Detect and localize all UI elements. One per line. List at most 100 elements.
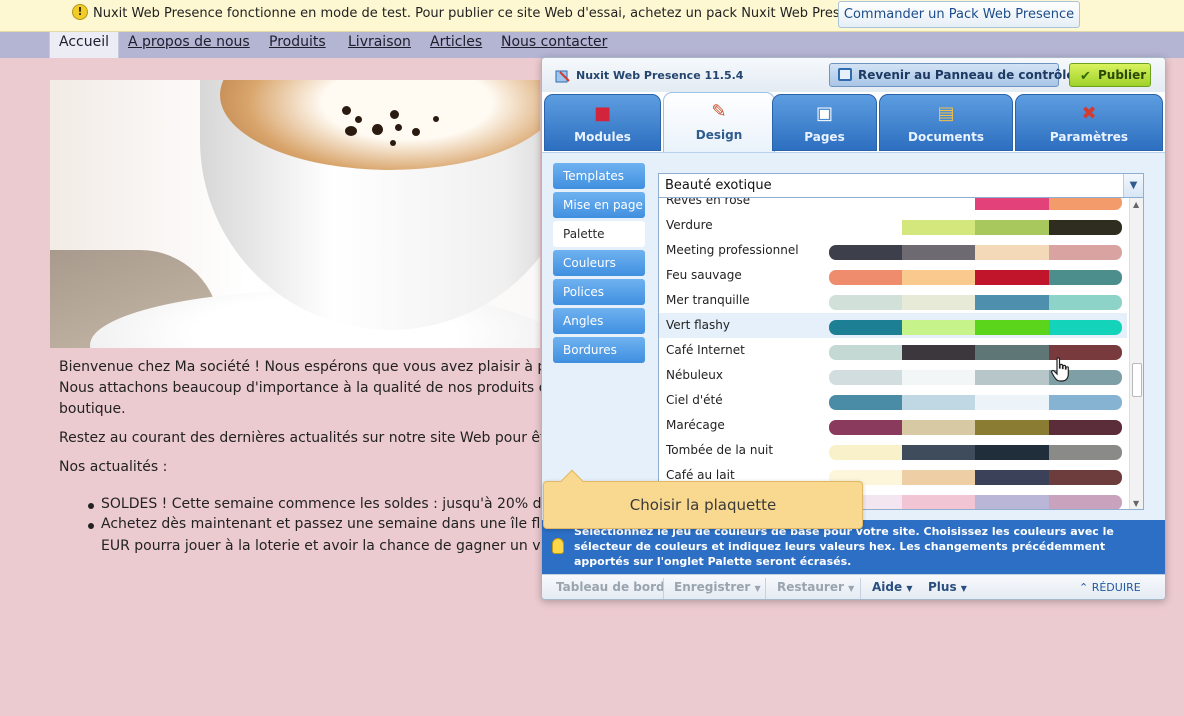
scrollbar-thumb[interactable] bbox=[1132, 363, 1142, 397]
palette-swatch bbox=[1049, 420, 1122, 435]
control-panel-icon bbox=[838, 68, 852, 81]
tab-design[interactable]: ✎ Design bbox=[663, 92, 775, 152]
palette-option[interactable]: Marécage bbox=[659, 413, 1127, 438]
tab-modules[interactable]: ■ Modules bbox=[544, 94, 661, 151]
palette-option-name: Mer tranquille bbox=[666, 293, 750, 307]
chevron-down-icon[interactable]: ▼ bbox=[1123, 174, 1143, 197]
scroll-up-icon[interactable]: ▲ bbox=[1133, 200, 1139, 209]
palette-swatch bbox=[1049, 470, 1122, 485]
side-fonts[interactable]: Polices bbox=[553, 279, 645, 305]
palette-swatch bbox=[1049, 245, 1122, 260]
palette-swatch bbox=[902, 445, 975, 460]
order-pack-button[interactable]: Commander un Pack Web Presence bbox=[838, 1, 1080, 28]
chevron-down-icon: ▼ bbox=[960, 584, 967, 593]
palette-list-scrollbar[interactable]: ▲ ▼ bbox=[1129, 198, 1143, 509]
scroll-down-icon[interactable]: ▼ bbox=[1133, 499, 1139, 508]
palette-swatch bbox=[1049, 198, 1122, 210]
news-title: Nos actualités : bbox=[59, 459, 168, 475]
sitemap-icon: ▣ bbox=[815, 103, 833, 124]
palette-option[interactable]: Vert flashy bbox=[659, 313, 1127, 338]
tab-documents[interactable]: ▤ Documents bbox=[879, 94, 1013, 151]
save-button[interactable]: Enregistrer ▼ bbox=[674, 580, 761, 594]
palette-option[interactable]: Meeting professionnel bbox=[659, 238, 1127, 263]
nav-contact[interactable]: Nous contacter bbox=[501, 32, 607, 58]
help-button[interactable]: Aide ▼ bbox=[872, 580, 912, 594]
publish-button-label: Publier bbox=[1098, 68, 1147, 82]
palette-swatch bbox=[902, 295, 975, 310]
palette-option[interactable]: Ciel d'été bbox=[659, 388, 1127, 413]
side-colors[interactable]: Couleurs bbox=[553, 250, 645, 276]
palette-swatch bbox=[902, 470, 975, 485]
test-mode-message: Nuxit Web Presence fonctionne en mode de… bbox=[93, 6, 876, 21]
palette-swatch bbox=[902, 220, 975, 235]
news-item-island: Achetez dès maintenant et passez une sem… bbox=[101, 516, 558, 532]
palette-icon: ✎ bbox=[711, 101, 727, 122]
welcome-text-line-1: Bienvenue chez Ma société ! Nous espéron… bbox=[59, 359, 561, 375]
tab-pages[interactable]: ▣ Pages bbox=[772, 94, 877, 151]
palette-swatch bbox=[975, 295, 1049, 310]
check-icon: ✔ bbox=[1080, 69, 1091, 84]
bullet-marker bbox=[88, 503, 94, 509]
dashboard-button[interactable]: Tableau de bord bbox=[556, 580, 665, 594]
palette-swatch bbox=[902, 270, 975, 285]
palette-option[interactable]: Mer tranquille bbox=[659, 288, 1127, 313]
panel-header: Nuxit Web Presence 11.5.4 Revenir au Pan… bbox=[542, 58, 1165, 92]
side-corners[interactable]: Angles bbox=[553, 308, 645, 334]
tab-modules-label: Modules bbox=[574, 130, 631, 144]
save-label: Enregistrer bbox=[674, 580, 751, 594]
side-palette[interactable]: Palette bbox=[553, 221, 645, 247]
palette-option[interactable]: Rêves en rose bbox=[659, 198, 1127, 213]
palette-option[interactable]: Tombée de la nuit bbox=[659, 438, 1127, 463]
palette-select-value: Beauté exotique bbox=[665, 178, 772, 193]
nav-articles[interactable]: Articles bbox=[430, 32, 482, 58]
palette-swatch bbox=[902, 245, 975, 260]
palette-swatch bbox=[902, 495, 975, 509]
publish-button[interactable]: ✔ Publier bbox=[1069, 63, 1151, 87]
info-text: Sélectionnez le jeu de couleurs de base … bbox=[574, 525, 1114, 568]
tab-design-label: Design bbox=[695, 128, 743, 142]
palette-swatch bbox=[975, 270, 1049, 285]
side-templates[interactable]: Templates bbox=[553, 163, 645, 189]
palette-option-name: Marécage bbox=[666, 418, 725, 432]
nuxit-logo-icon bbox=[555, 70, 570, 83]
bullet-marker bbox=[88, 523, 94, 529]
nav-about[interactable]: A propos de nous bbox=[128, 32, 250, 58]
palette-option-name: Meeting professionnel bbox=[666, 243, 799, 257]
hero-coffee-image bbox=[50, 80, 540, 348]
tooltip-text: Choisir la plaquette bbox=[629, 496, 777, 514]
more-button[interactable]: Plus ▼ bbox=[928, 580, 967, 594]
palette-list: Café au lait Tombée de la nuit Marécage Cie… bbox=[658, 198, 1144, 510]
palette-swatch bbox=[902, 345, 975, 360]
panel-title: Nuxit Web Presence 11.5.4 bbox=[576, 69, 744, 82]
palette-select[interactable]: Beauté exotique ▼ bbox=[658, 173, 1144, 198]
palette-swatch bbox=[829, 295, 902, 310]
side-borders[interactable]: Bordures bbox=[553, 337, 645, 363]
back-to-control-panel-button[interactable]: Revenir au Panneau de contrôle bbox=[829, 63, 1074, 87]
side-layout[interactable]: Mise en page bbox=[553, 192, 645, 218]
palette-swatch bbox=[829, 370, 902, 385]
palette-swatch bbox=[975, 470, 1049, 485]
restore-button[interactable]: Restaurer ▼ bbox=[777, 580, 854, 594]
nav-products[interactable]: Produits bbox=[269, 32, 326, 58]
nav-delivery[interactable]: Livraison bbox=[348, 32, 411, 58]
reduce-button[interactable]: ⌃ RÉDUIRE bbox=[1079, 581, 1141, 594]
palette-swatch bbox=[829, 220, 902, 235]
palette-option[interactable]: Feu sauvage bbox=[659, 263, 1127, 288]
tools-icon: ✖ bbox=[1081, 103, 1097, 124]
reduce-label: RÉDUIRE bbox=[1091, 581, 1141, 594]
palette-option[interactable]: Verdure bbox=[659, 213, 1127, 238]
nav-home[interactable]: Accueil bbox=[49, 32, 119, 58]
welcome-text-line-2: Nous attachons beaucoup d'importance à l… bbox=[59, 380, 553, 396]
palette-option-name: Café Internet bbox=[666, 343, 745, 357]
palette-swatch bbox=[975, 395, 1049, 410]
palette-swatch bbox=[829, 198, 902, 210]
palette-option-name: Verdure bbox=[666, 218, 713, 232]
tab-settings-label: Paramètres bbox=[1049, 130, 1129, 144]
tab-settings[interactable]: ✖ Paramètres bbox=[1015, 94, 1163, 151]
palette-swatch bbox=[975, 420, 1049, 435]
palette-swatch bbox=[1049, 495, 1122, 509]
chevron-down-icon: ▼ bbox=[848, 584, 855, 593]
chevron-down-icon: ▼ bbox=[754, 584, 761, 593]
warning-icon: ! bbox=[72, 4, 88, 20]
palette-swatch bbox=[829, 420, 902, 435]
